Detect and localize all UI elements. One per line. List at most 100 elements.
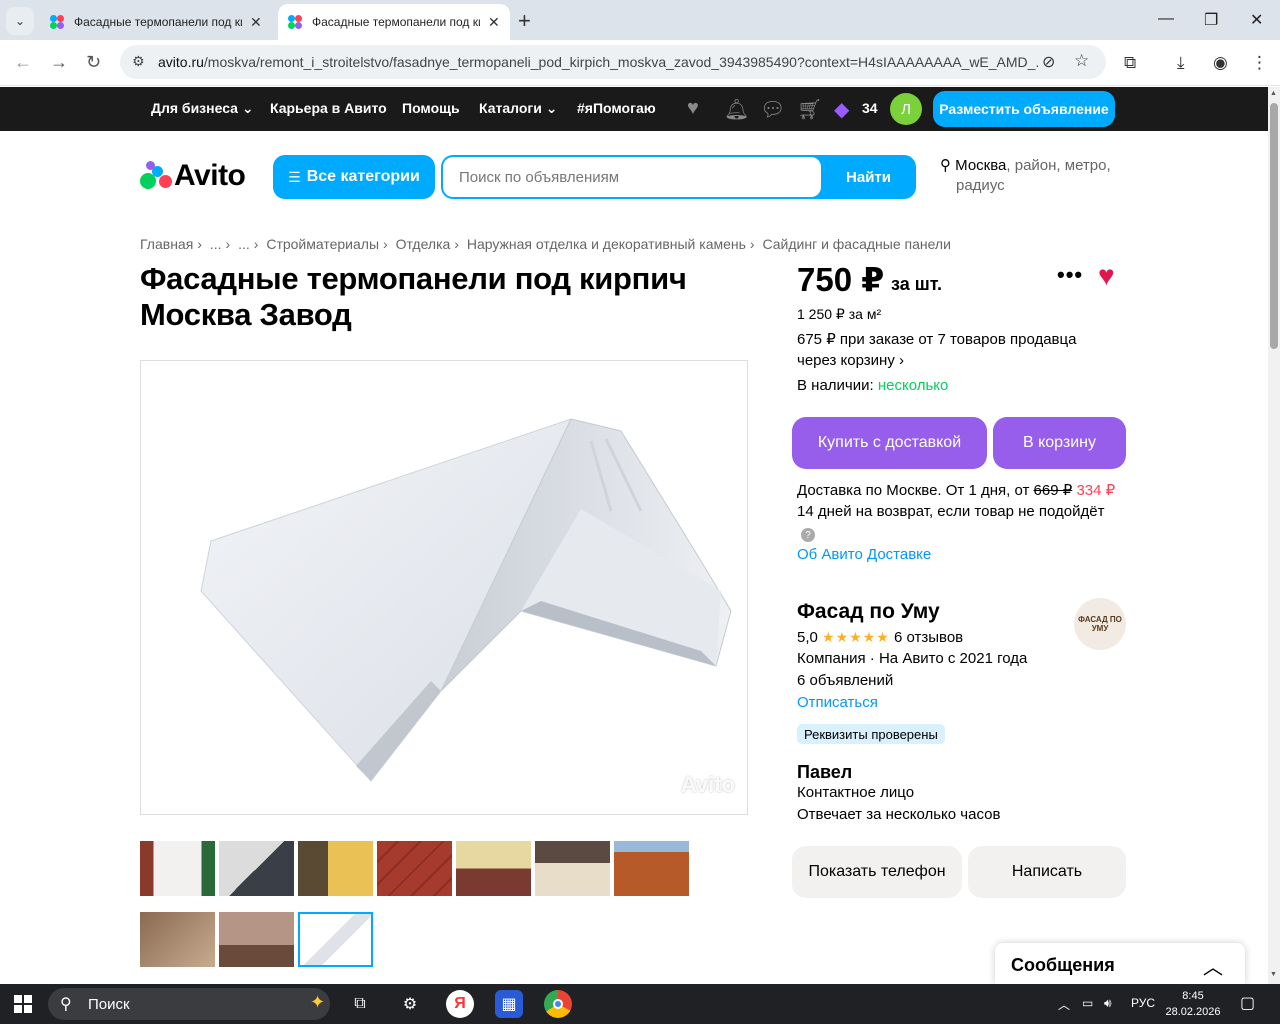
close-tab-icon[interactable]: ✕	[488, 14, 500, 31]
search-input[interactable]	[443, 157, 821, 197]
buy-with-delivery-button[interactable]: Купить с доставкой	[792, 417, 987, 469]
browser-menu-icon[interactable]: ⋮	[1251, 53, 1268, 73]
tray-chevron-up-icon[interactable]: ︿	[1058, 996, 1070, 1013]
tracking-protection-icon[interactable]: ⊘	[1042, 52, 1055, 72]
breadcrumb-item[interactable]: Главная	[140, 236, 193, 252]
thumbnail[interactable]	[140, 841, 215, 896]
wallet-count[interactable]: 34	[862, 100, 878, 116]
nav-careers[interactable]: Карьера в Авито	[270, 100, 387, 116]
add-to-cart-button[interactable]: В корзину	[993, 417, 1126, 469]
forward-icon[interactable]: →	[50, 52, 68, 73]
scroll-down-icon[interactable]: ▼	[1270, 971, 1277, 978]
wallet-tag-icon[interactable]: ◆	[834, 97, 849, 122]
main-product-image[interactable]: Avito	[140, 360, 748, 815]
breadcrumb-item[interactable]: ...	[238, 236, 250, 252]
system-clock[interactable]: 8:45 28.02.2026	[1162, 988, 1224, 1020]
chrome-icon[interactable]	[544, 990, 572, 1018]
breadcrumb-item[interactable]: Стройматериалы	[266, 236, 379, 252]
avito-logo[interactable]: Avito	[140, 159, 246, 192]
bulk-cart-link[interactable]: через корзину ›	[797, 352, 904, 369]
more-options-icon[interactable]: •••	[1057, 262, 1083, 288]
browser-tab[interactable]: Фасадные термопанели под кирпич ✕	[40, 4, 272, 40]
breadcrumb: Главная › ... › ... › Стройматериалы › Отдел…	[140, 236, 951, 252]
nav-for-business[interactable]: Для бизнеса ⌄	[151, 100, 254, 117]
breadcrumb-item[interactable]: Наружная отделка и декоративный камень	[467, 236, 746, 252]
unsubscribe-link[interactable]: Отписаться	[797, 694, 878, 711]
all-categories-button[interactable]: ☰ Все категории	[273, 155, 435, 199]
nav-catalogs[interactable]: Каталоги ⌄	[479, 100, 557, 117]
thumbnail[interactable]	[298, 841, 373, 896]
thumbnail[interactable]	[535, 841, 610, 896]
avito-favicon-icon	[50, 15, 64, 29]
notifications-icon[interactable]: ▢	[1240, 993, 1255, 1013]
thumbnail[interactable]	[219, 841, 294, 896]
breadcrumb-item[interactable]: Сайдинг и фасадные панели	[762, 236, 950, 252]
seller-type: Компания · На Авито с 2021 года	[797, 650, 1028, 667]
reload-icon[interactable]: ↻	[86, 52, 101, 73]
seller-listings[interactable]: 6 объявлений	[797, 672, 893, 689]
show-phone-button[interactable]: Показать телефон	[792, 846, 962, 898]
task-view-icon[interactable]: ⧉	[346, 990, 374, 1018]
taskbar-search[interactable]: ⚲ Поиск ✦	[48, 988, 330, 1020]
logo-wordmark: Avito	[174, 159, 246, 192]
thumbnail[interactable]	[456, 841, 531, 896]
settings-gear-icon[interactable]: ⚙	[396, 990, 424, 1018]
download-icon[interactable]: ⤓	[1177, 53, 1185, 73]
about-delivery-link[interactable]: Об Авито Доставке	[797, 546, 931, 563]
url-text: avito.ru/moskva/remont_i_stroitelstvo/fa…	[158, 54, 1038, 70]
returns-info: 14 дней на возврат, если товар не подойд…	[797, 503, 1105, 520]
notifications-bell-icon[interactable]: 🔔︎	[724, 97, 749, 122]
location-selector[interactable]: ⚲ Москва, район, метро, радиус	[940, 156, 1130, 196]
extensions-icon[interactable]: ⧉	[1124, 53, 1136, 73]
site-info-icon[interactable]: ⚙	[132, 53, 145, 70]
network-icon[interactable]: ▭	[1082, 996, 1093, 1010]
seller-name[interactable]: Фасад по Уму	[797, 600, 940, 624]
add-to-favorites-heart-icon[interactable]: ♥	[1098, 260, 1115, 292]
post-ad-button[interactable]: Разместить объявление	[933, 91, 1115, 127]
favorites-heart-icon[interactable]: ♥	[687, 97, 699, 120]
minimize-icon[interactable]: —	[1158, 10, 1174, 28]
close-tab-icon[interactable]: ✕	[250, 14, 262, 31]
nav-ya-pomogayu[interactable]: #яПомогаю	[577, 100, 656, 116]
seller-logo[interactable]: ФАСАД ПО УМУ	[1074, 598, 1126, 650]
close-window-icon[interactable]: ✕	[1250, 10, 1263, 30]
messages-chat-icon[interactable]: 💬︎	[760, 97, 785, 122]
menu-icon: ☰	[288, 168, 301, 185]
messages-panel[interactable]: Сообщения ︿	[995, 943, 1245, 985]
browser-tab-active[interactable]: Фасадные термопанели под кирпич ✕	[278, 4, 510, 40]
price: 750 ₽	[797, 261, 885, 298]
messages-label: Сообщения	[1011, 955, 1115, 975]
search-button[interactable]: Найти	[821, 155, 916, 199]
page-scrollbar[interactable]: ▲ ▼	[1268, 87, 1280, 984]
new-tab-icon[interactable]: +	[518, 8, 531, 34]
language-indicator[interactable]: РУС	[1131, 996, 1155, 1010]
nav-help[interactable]: Помощь	[402, 100, 460, 116]
seller-rating[interactable]: 5,0 ★★★★★ 6 отзывов	[797, 629, 963, 646]
thumbnail[interactable]	[140, 912, 215, 967]
avito-favicon-icon	[288, 15, 302, 29]
tab-search-button[interactable]: ⌄	[6, 7, 34, 35]
user-avatar[interactable]: Л	[890, 93, 922, 125]
back-icon[interactable]: ←	[14, 52, 32, 73]
thumbnail-selected[interactable]	[298, 912, 373, 967]
chevron-up-icon[interactable]: ︿	[1203, 951, 1223, 980]
thumbnail[interactable]	[219, 912, 294, 967]
bookmark-star-icon[interactable]: ☆	[1074, 51, 1089, 71]
address-bar[interactable]: ⚙ avito.ru/moskva/remont_i_stroitelstvo/…	[120, 45, 1106, 79]
cart-icon[interactable]: 🛒︎	[797, 97, 822, 122]
help-question-icon[interactable]: ?	[801, 528, 815, 542]
profile-icon[interactable]: ◉	[1213, 53, 1228, 73]
scroll-up-icon[interactable]: ▲	[1270, 90, 1277, 97]
app-icon[interactable]: ▦	[495, 990, 523, 1018]
scrollbar-thumb[interactable]	[1270, 103, 1278, 349]
breadcrumb-item[interactable]: Отделка	[396, 236, 451, 252]
tab-title: Фасадные термопанели под кирпич	[74, 15, 242, 29]
write-message-button[interactable]: Написать	[968, 846, 1126, 898]
yandex-browser-icon[interactable]: Я	[446, 990, 474, 1018]
restore-icon[interactable]: ❐	[1204, 10, 1218, 30]
windows-start-icon[interactable]	[14, 995, 32, 1013]
volume-icon[interactable]: 🔊︎	[1104, 996, 1112, 1011]
breadcrumb-item[interactable]: ...	[210, 236, 222, 252]
thumbnail[interactable]	[614, 841, 689, 896]
thumbnail[interactable]	[377, 841, 452, 896]
